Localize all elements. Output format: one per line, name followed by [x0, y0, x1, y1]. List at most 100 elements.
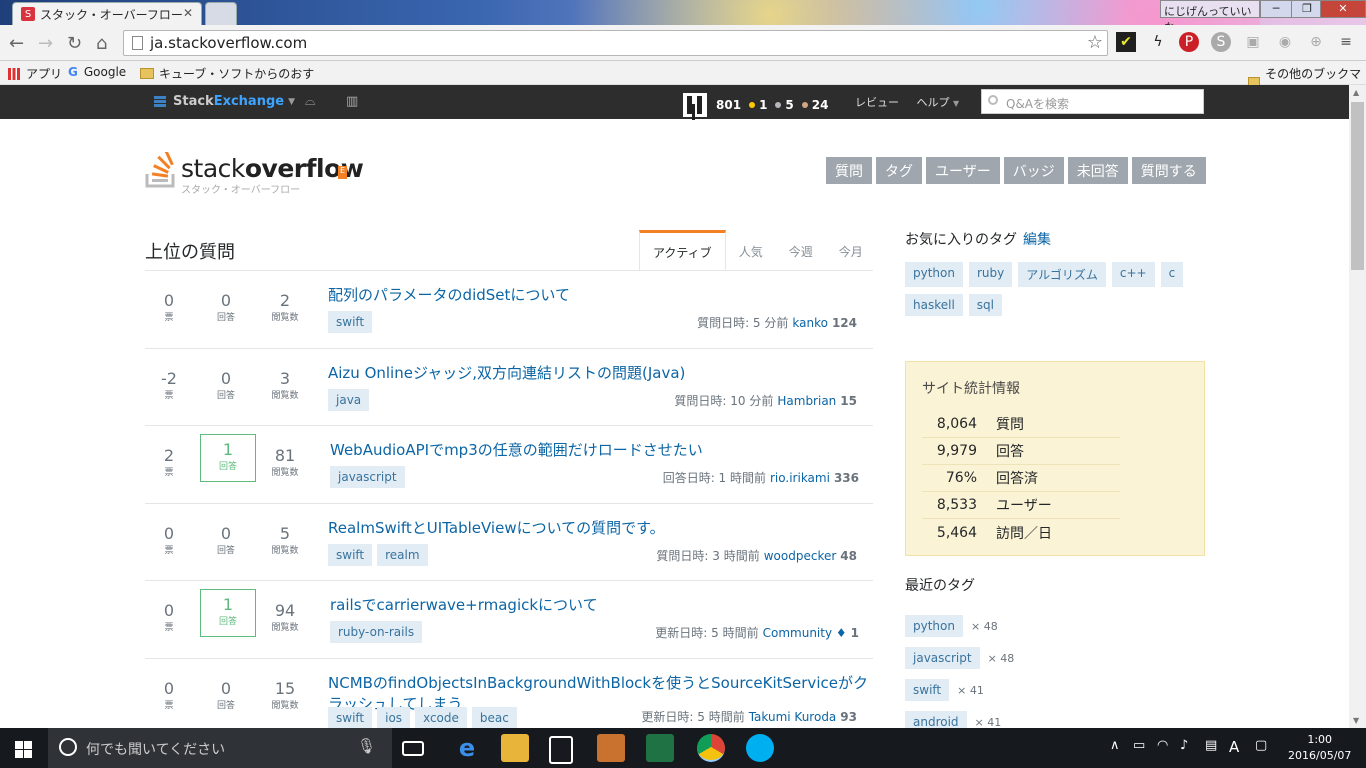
minimize-button[interactable]: ─ — [1260, 0, 1292, 18]
question-title-link[interactable]: 配列のパラメータのdidSetについて — [328, 284, 570, 305]
bookmark-star-icon[interactable]: ☆ — [1087, 32, 1103, 53]
tab-month[interactable]: 今月 — [826, 230, 876, 270]
tag[interactable]: ios — [377, 706, 411, 729]
extension-circle-icon[interactable]: ◉ — [1275, 32, 1295, 52]
nav-questions[interactable]: 質問 — [826, 157, 872, 184]
review-link[interactable]: レビュー — [855, 96, 899, 109]
bookmark-google[interactable]: G Google — [68, 65, 126, 79]
address-bar[interactable]: ja.stackoverflow.com ☆ — [123, 30, 1108, 56]
nav-users[interactable]: ユーザー — [926, 157, 1000, 184]
skype-extension-icon[interactable]: S — [1211, 32, 1231, 52]
question-title-link[interactable]: railsでcarrierwave+rmagickについて — [330, 594, 598, 615]
ask-question-button[interactable]: 質問する — [1131, 157, 1206, 184]
tag[interactable]: swift — [328, 311, 373, 333]
home-icon[interactable]: ⌂ — [96, 33, 107, 54]
tag[interactable]: javascript — [330, 466, 405, 488]
task-view-icon[interactable] — [402, 741, 424, 756]
gold-count: 1 — [759, 98, 768, 112]
scroll-up-icon[interactable]: ▲ — [1353, 88, 1359, 97]
wifi-icon[interactable]: ◠ — [1157, 738, 1168, 753]
file-explorer-icon[interactable] — [501, 734, 529, 762]
scrollbar-thumb[interactable] — [1351, 102, 1364, 270]
new-tab-button[interactable] — [205, 2, 237, 25]
user-link[interactable]: rio.irikami — [770, 471, 830, 485]
tab-active[interactable]: アクティブ — [639, 230, 726, 270]
achievements-icon[interactable]: ▥ — [346, 94, 358, 109]
search-input[interactable]: Q&Aを検索 — [981, 89, 1204, 114]
camera-extension-icon[interactable]: ▣ — [1243, 32, 1263, 52]
tag[interactable]: ruby-on-rails — [330, 621, 423, 643]
chrome-menu-icon[interactable]: ≡ — [1336, 32, 1356, 52]
scroll-down-icon[interactable]: ▼ — [1353, 716, 1359, 725]
forward-icon[interactable]: → — [38, 33, 53, 54]
nav-badges[interactable]: バッジ — [1003, 157, 1064, 184]
question-title-link[interactable]: WebAudioAPIでmp3の任意の範囲だけロードさせたい — [330, 439, 703, 460]
tab-hot[interactable]: 人気 — [726, 230, 776, 270]
pinterest-icon[interactable]: P — [1179, 32, 1199, 52]
page-scrollbar[interactable]: ▲ ▼ — [1349, 85, 1366, 728]
user-reputation[interactable]: 801 1 5 24 — [683, 93, 828, 117]
show-hidden-icons-icon[interactable]: ∧ — [1110, 738, 1120, 753]
media-player-icon[interactable] — [597, 734, 625, 762]
back-icon[interactable]: ← — [9, 33, 24, 54]
answer-count: 0 回答 — [198, 291, 254, 323]
edge-icon[interactable]: e — [453, 734, 481, 762]
user-link[interactable]: Takumi Kuroda — [749, 710, 837, 724]
bookmark-apps[interactable]: アプリ — [8, 65, 62, 82]
help-link[interactable]: ヘルプ — [917, 96, 950, 109]
user-link[interactable]: kanko — [792, 316, 828, 330]
extension-bolt-icon[interactable]: ϟ — [1148, 32, 1168, 52]
tag[interactable]: c++ — [1111, 262, 1155, 287]
tag[interactable]: swift — [328, 706, 373, 729]
nav-tags[interactable]: タグ — [876, 157, 922, 184]
tag[interactable]: realm — [377, 543, 428, 566]
start-button[interactable] — [0, 728, 48, 768]
view-label: 閲覧数 — [271, 313, 299, 323]
question-title-link[interactable]: Aizu Onlineジャッジ,双方向連結リストの問題(Java) — [328, 362, 685, 383]
browser-tab-active[interactable]: S スタック・オーバーフロー ✕ — [12, 2, 202, 25]
chrome-icon[interactable] — [697, 734, 725, 762]
tag[interactable]: ruby — [968, 262, 1013, 287]
store-icon[interactable] — [549, 736, 573, 764]
tab-close-icon[interactable]: ✕ — [183, 6, 193, 20]
tag[interactable]: c — [1160, 262, 1184, 287]
tag[interactable]: beac — [471, 706, 517, 729]
user-link[interactable]: Community ♦ — [763, 626, 847, 640]
tag[interactable]: java — [328, 388, 370, 411]
cortana-search-box[interactable]: 何でも聞いてください 🎙 — [48, 728, 392, 768]
tag[interactable]: python — [905, 262, 963, 287]
tab-week[interactable]: 今週 — [776, 230, 826, 270]
user-link[interactable]: Hambrian — [777, 394, 836, 408]
tag[interactable]: アルゴリズム — [1018, 262, 1106, 287]
inbox-icon[interactable]: ⌓ — [305, 94, 315, 109]
clock[interactable]: 1:00 2016/05/07 — [1288, 732, 1351, 764]
extension-crosshair-icon[interactable]: ⊕ — [1306, 32, 1326, 52]
microphone-icon[interactable]: 🎙 — [357, 737, 376, 755]
restore-button[interactable]: ❐ — [1291, 0, 1323, 18]
user-link[interactable]: woodpecker — [764, 549, 837, 563]
tag[interactable]: javascript — [905, 647, 980, 669]
close-window-button[interactable]: ✕ — [1320, 0, 1366, 18]
tag[interactable]: swift — [328, 543, 373, 566]
keyboard-icon[interactable]: ▤ — [1205, 738, 1217, 753]
volume-icon[interactable]: ♪ — [1180, 738, 1188, 753]
question-title-link[interactable]: RealmSwiftとUITableViewについての質問です。 — [328, 517, 665, 538]
ime-indicator[interactable]: A — [1229, 738, 1239, 756]
bookmark-cubesoft[interactable]: キューブ・ソフトからのおす — [140, 65, 314, 82]
tag[interactable]: haskell — [905, 294, 963, 316]
reload-icon[interactable]: ↻ — [67, 33, 82, 54]
tag[interactable]: sql — [968, 294, 1002, 316]
tag[interactable]: python — [905, 615, 963, 637]
excel-icon[interactable] — [646, 734, 674, 762]
notification-icon[interactable]: ▢ — [1255, 738, 1267, 753]
browser-profile-chip[interactable]: にじげんっていいな。 — [1160, 0, 1260, 25]
skype-icon[interactable] — [746, 734, 774, 762]
tag[interactable]: xcode — [415, 706, 467, 729]
tag[interactable]: swift — [905, 679, 950, 701]
nav-unanswered[interactable]: 未回答 — [1067, 157, 1128, 184]
answer-label: 回答 — [216, 700, 235, 711]
battery-icon[interactable]: ▭ — [1133, 738, 1145, 753]
edit-favorite-tags-link[interactable]: 編集 — [1023, 232, 1051, 248]
stackexchange-menu[interactable]: Stack Exchange ▼ — [154, 94, 295, 109]
extension-check-icon[interactable]: ✔ — [1116, 32, 1136, 52]
